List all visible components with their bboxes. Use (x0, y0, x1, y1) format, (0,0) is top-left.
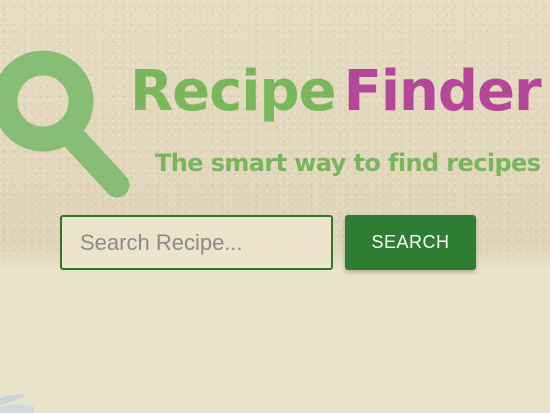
app-title: Recipe Finder (130, 64, 542, 120)
search-form: SEARCH (60, 215, 480, 271)
magnifying-glass-icon (0, 50, 130, 198)
search-button[interactable]: SEARCH (345, 215, 476, 270)
search-input[interactable] (60, 215, 333, 270)
app-title-finder: Finder (343, 59, 542, 124)
tagline: The smart way to find recipes (155, 149, 541, 177)
app-title-recipe: Recipe (130, 59, 337, 124)
recipe-finder-page: Recipe Finder The smart way to find recip… (0, 0, 550, 413)
decorative-wave (0, 394, 34, 413)
